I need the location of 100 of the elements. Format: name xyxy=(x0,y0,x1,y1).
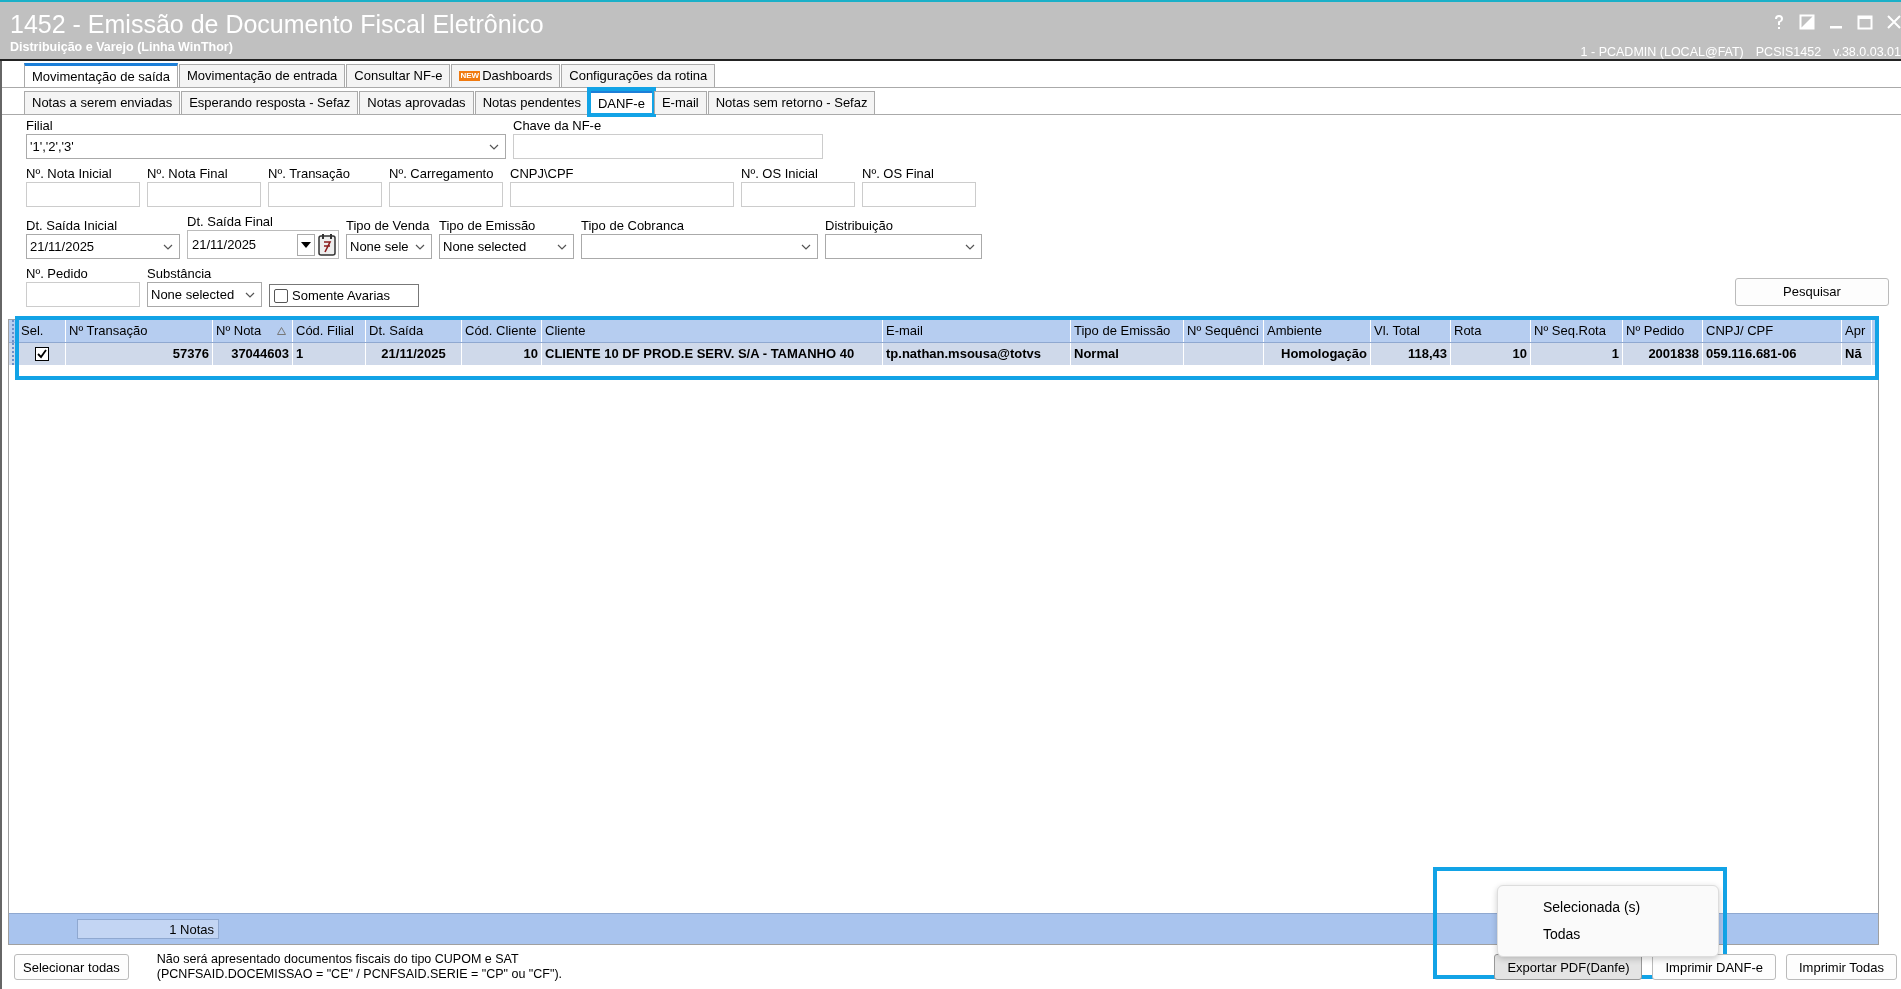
tab[interactable]: Consultar NF-e xyxy=(346,64,451,87)
column-header[interactable]: Cliente xyxy=(542,320,883,342)
column-header[interactable]: Nº Nota xyxy=(213,320,293,342)
table-cell: 37044603 xyxy=(213,343,293,365)
tab[interactable]: Notas sem retorno - Sefaz xyxy=(707,91,876,114)
tab[interactable]: Configurações da rotina xyxy=(561,64,716,87)
select-all-button[interactable]: Selecionar todas xyxy=(14,954,129,980)
table-cell: 059.116.681-06 xyxy=(1703,343,1842,365)
dropdown-field[interactable] xyxy=(825,234,982,259)
field-label: Nº. OS Final xyxy=(862,165,935,182)
input-field[interactable] xyxy=(862,182,976,207)
dropdown-field[interactable]: None selected xyxy=(439,234,574,259)
table-cell: 10 xyxy=(1451,343,1531,365)
column-header[interactable]: Cód. Filial xyxy=(293,320,366,342)
input-field[interactable] xyxy=(510,182,734,207)
tab[interactable]: Notas aprovadas xyxy=(359,91,474,114)
dropdown-field[interactable]: None selected xyxy=(147,282,262,307)
tab[interactable]: E-mail xyxy=(653,91,707,114)
dropdown-field[interactable]: 21/11/2025 xyxy=(26,234,180,259)
footer-button[interactable]: Imprimir Todas xyxy=(1786,954,1897,980)
column-header[interactable]: Tipo de Emissão xyxy=(1071,320,1184,342)
column-header[interactable]: Sel. xyxy=(18,320,66,342)
table-cell: CLIENTE 10 DF PROD.E SERV. S/A - TAMANHO 40 xyxy=(542,343,883,365)
tab[interactable]: Esperando resposta - Sefaz xyxy=(181,91,359,114)
field-label: Nº. Transação xyxy=(268,165,352,182)
input-field[interactable] xyxy=(268,182,382,207)
sort-icon xyxy=(277,327,286,335)
tab[interactable]: Notas a serem enviadas xyxy=(24,91,181,114)
column-header[interactable]: CNPJ/ CPF xyxy=(1703,320,1842,342)
dropdown-field[interactable]: None sele xyxy=(346,234,432,259)
menu-item[interactable]: Todas xyxy=(1498,921,1718,948)
input-field[interactable] xyxy=(26,182,140,207)
field-label: Nº. Nota Final xyxy=(147,165,229,182)
input-field[interactable] xyxy=(389,182,503,207)
column-header[interactable]: Apr xyxy=(1842,320,1872,342)
table-cell: Normal xyxy=(1071,343,1184,365)
column-header[interactable]: Nº Sequênci xyxy=(1184,320,1264,342)
checkmark-icon xyxy=(36,349,47,359)
caret-icon[interactable] xyxy=(965,243,975,250)
field-label: Nº. Pedido xyxy=(26,265,89,282)
table-cell: tp.nathan.msousa@totvs xyxy=(883,343,1071,365)
column-header[interactable]: Nº Transação xyxy=(66,320,213,342)
help-icon[interactable] xyxy=(1773,13,1785,30)
tab[interactable]: Movimentação de saída xyxy=(24,63,179,87)
caret-icon[interactable] xyxy=(163,243,173,250)
column-header[interactable]: Dt. Saída xyxy=(366,320,462,342)
tab[interactable]: Notas pendentes xyxy=(474,91,589,114)
close-icon[interactable] xyxy=(1887,13,1901,30)
window-title: 1452 - Emissão de Documento Fiscal Eletrônico xyxy=(10,10,544,39)
table-cell: 21/11/2025 xyxy=(366,343,462,365)
caret-icon[interactable] xyxy=(415,243,425,250)
table-cell: 10 xyxy=(462,343,542,365)
column-header[interactable]: Ambiente xyxy=(1264,320,1371,342)
search-button[interactable]: Pesquisar xyxy=(1735,278,1889,306)
caret-icon[interactable] xyxy=(489,143,499,150)
footer-button[interactable]: Imprimir DANF-e xyxy=(1652,954,1776,980)
table-cell: Nã xyxy=(1842,343,1872,365)
status-text: PCSIS1452 xyxy=(1755,45,1822,59)
dropdown-field[interactable] xyxy=(581,234,818,259)
input-field[interactable] xyxy=(741,182,855,207)
table-cell: 1 xyxy=(293,343,366,365)
caret-icon[interactable] xyxy=(557,243,567,250)
table-cell: 57376 xyxy=(66,343,213,365)
caret-icon[interactable] xyxy=(245,291,255,298)
input-field[interactable] xyxy=(26,282,140,307)
field-label: CNPJ\CPF xyxy=(510,165,575,182)
field-label: Tipo de Cobranca xyxy=(581,217,685,234)
window-subtitle: Distribuição e Varejo (Linha WinThor) xyxy=(10,40,234,54)
contrast-icon[interactable] xyxy=(1799,13,1815,30)
checkbox[interactable] xyxy=(274,288,288,303)
input-field[interactable] xyxy=(147,182,261,207)
column-header[interactable]: Rota xyxy=(1451,320,1531,342)
field-label: Substância xyxy=(147,265,213,282)
field-label: Chave da NF-e xyxy=(513,117,603,134)
summary-count: 1 Notas xyxy=(77,919,219,939)
note-text: Não será apresentado documentos fiscais do tipo CUPOM e SAT (PCNFSAID.DOCEMISSAO = "CE" / PCNFSAID.SERIE = "CP" ou "CF"). xyxy=(156,952,563,982)
caret-icon[interactable] xyxy=(801,243,811,250)
tab[interactable]: Movimentação de entrada xyxy=(179,64,346,87)
table-cell: 118,43 xyxy=(1371,343,1451,365)
menu-item[interactable]: Selecionada (s) xyxy=(1498,894,1718,921)
table-cell: Homologação xyxy=(1264,343,1371,365)
column-header[interactable]: E-mail xyxy=(883,320,1071,342)
column-header[interactable]: Nº Seq.Rota xyxy=(1531,320,1623,342)
field-label: Dt. Saída Inicial xyxy=(26,217,119,234)
column-header[interactable]: Cód. Cliente xyxy=(462,320,542,342)
field-label: Nº. Carregamento xyxy=(389,165,495,182)
dropdown-field[interactable]: '1','2','3' xyxy=(26,134,506,159)
maximize-icon[interactable] xyxy=(1857,13,1873,30)
status-text: v.38.0.03.01 xyxy=(1833,45,1901,59)
column-header[interactable]: Nº Pedido xyxy=(1623,320,1703,342)
input-field[interactable] xyxy=(513,134,823,159)
column-header[interactable]: Vl. Total xyxy=(1371,320,1451,342)
table-cell: 1 xyxy=(1531,343,1623,365)
field-label: Dt. Saída Final xyxy=(187,213,274,230)
field-label: Distribuição xyxy=(825,217,894,234)
new-badge: NEW xyxy=(459,71,481,81)
tab[interactable]: NEW Dashboards xyxy=(451,64,561,87)
tab[interactable]: DANF-e xyxy=(589,90,653,114)
checkbox[interactable] xyxy=(34,347,49,361)
field-label: Tipo de Venda xyxy=(346,217,431,234)
